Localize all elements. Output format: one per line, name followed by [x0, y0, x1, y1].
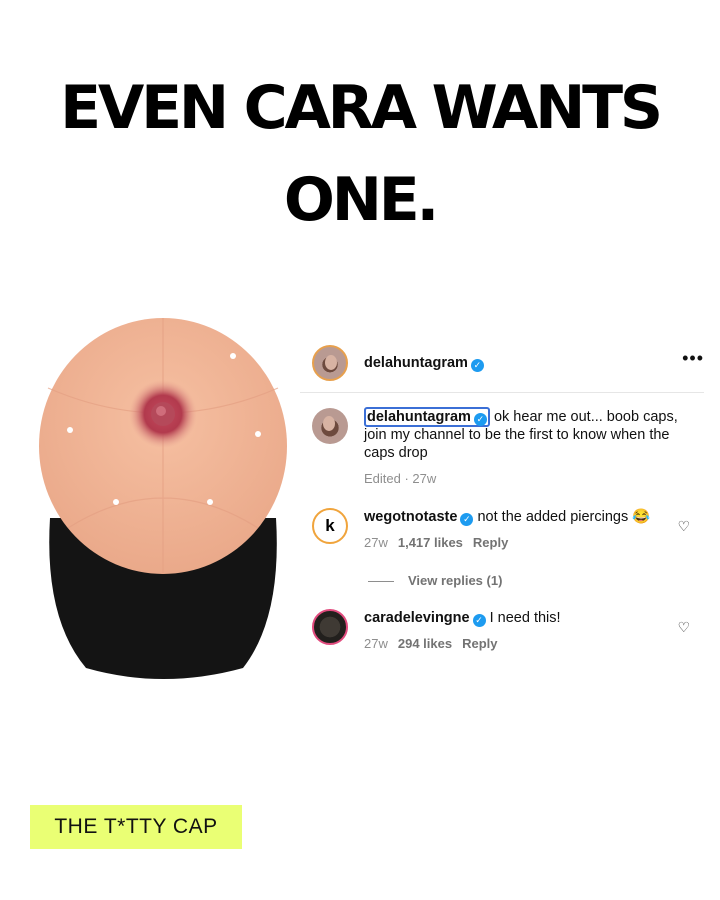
- view-replies-label: View replies (1): [408, 573, 503, 588]
- caption-meta: Edited · 27w: [364, 471, 437, 486]
- caption-author[interactable]: delahuntagram: [367, 409, 471, 425]
- headline: EVEN CARA WANTS ONE.: [0, 62, 720, 246]
- comment-likes[interactable]: 1,417 likes: [398, 535, 463, 550]
- avatar[interactable]: [312, 408, 348, 444]
- cap-image: [39, 318, 287, 679]
- comment-age: 27w: [364, 636, 388, 651]
- comment-user[interactable]: wegotnotaste: [364, 509, 457, 525]
- reply-button[interactable]: Reply: [462, 636, 497, 651]
- verified-badge-icon: ✓: [472, 614, 486, 627]
- comment-user[interactable]: caradelevingne: [364, 610, 470, 626]
- verified-badge-icon: ✓: [470, 359, 484, 372]
- comment-age: 27w: [364, 535, 388, 550]
- verified-badge-icon: ✓: [473, 413, 487, 426]
- avatar[interactable]: [312, 345, 348, 381]
- divider: [300, 392, 704, 393]
- comment-text: I need this!: [489, 610, 561, 626]
- reply-button[interactable]: Reply: [473, 535, 508, 550]
- avatar[interactable]: [312, 609, 348, 645]
- comment-text: not the added piercings 😂: [477, 509, 651, 525]
- headline-line-1: EVEN CARA WANTS: [60, 73, 663, 143]
- heart-icon[interactable]: ♡: [677, 619, 690, 636]
- post-header: delahuntagram ✓ •••: [300, 340, 704, 386]
- brand-tag: THE T*TTY CAP: [30, 805, 242, 849]
- post-author[interactable]: delahuntagram: [364, 355, 468, 371]
- heart-icon[interactable]: ♡: [677, 518, 690, 535]
- comment-likes[interactable]: 294 likes: [398, 636, 452, 651]
- view-replies-button[interactable]: View replies (1): [368, 573, 502, 588]
- verified-badge-icon: ✓: [460, 513, 474, 526]
- comment-meta: 27w 294 likes Reply: [364, 635, 684, 653]
- comment-meta: 27w 1,417 likes Reply: [364, 534, 684, 552]
- avatar[interactable]: k: [312, 508, 348, 544]
- headline-line-2: ONE.: [283, 165, 439, 235]
- more-icon[interactable]: •••: [682, 348, 704, 369]
